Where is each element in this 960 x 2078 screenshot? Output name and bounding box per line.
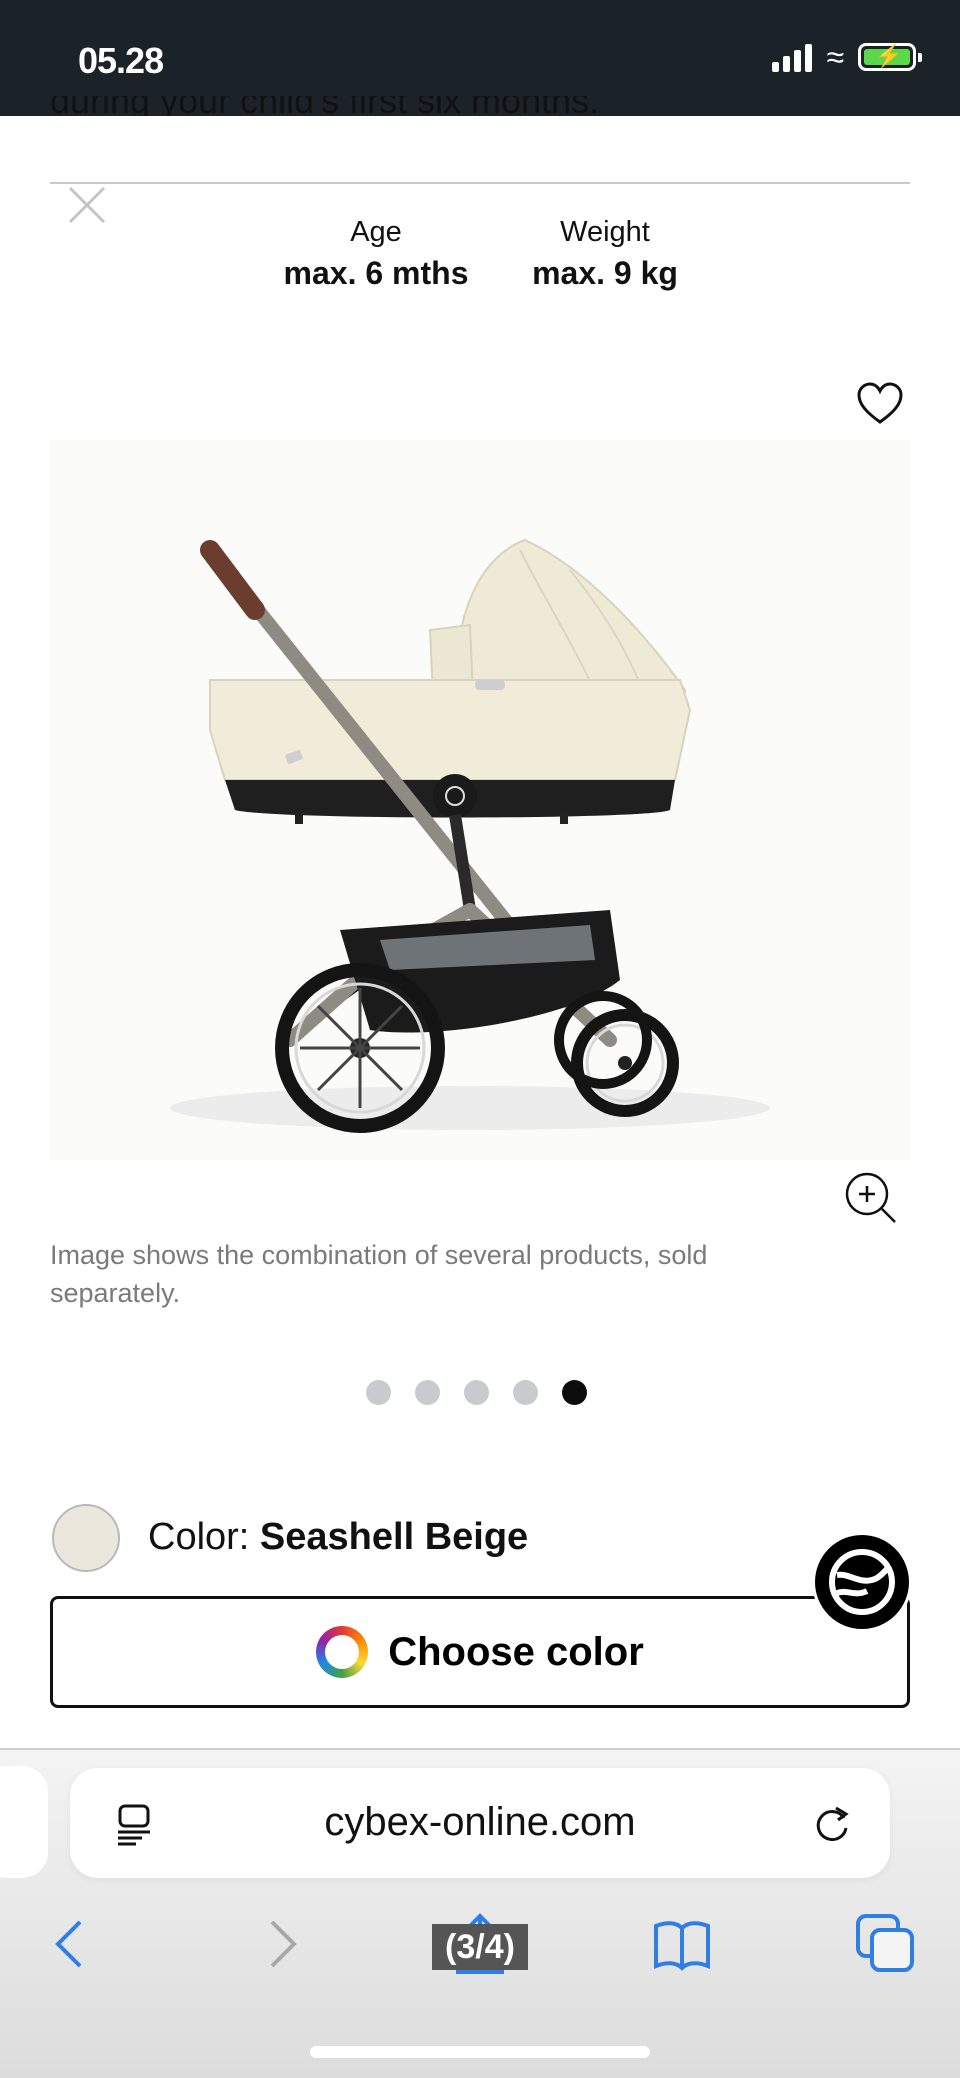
- carousel-dots: [366, 1380, 587, 1405]
- image-disclaimer: Image shows the combination of several p…: [50, 1240, 708, 1308]
- color-name: Seashell Beige: [259, 1516, 529, 1558]
- carousel-dot-active[interactable]: [562, 1380, 587, 1405]
- choose-color-button[interactable]: Choose color: [50, 1596, 910, 1708]
- battery-icon: ⚡: [858, 43, 922, 71]
- carousel-dot[interactable]: [415, 1380, 440, 1405]
- color-wheel-icon: [316, 1626, 369, 1678]
- reload-icon[interactable]: [810, 1802, 854, 1846]
- carousel-dot[interactable]: [513, 1380, 538, 1405]
- url-text: cybex-online.com: [324, 1800, 636, 1844]
- heart-icon[interactable]: [856, 382, 904, 426]
- color-prefix: Color:: [148, 1516, 260, 1558]
- carousel-dot[interactable]: [366, 1380, 391, 1405]
- previous-tab-preview[interactable]: [0, 1766, 48, 1878]
- product-image[interactable]: [50, 440, 910, 1160]
- choose-color-label: Choose color: [388, 1629, 644, 1674]
- spec-weight: Weight max. 9 kg: [520, 216, 690, 292]
- divider: [50, 182, 910, 184]
- spec-value: max. 9 kg: [532, 255, 678, 291]
- signal-icon: [772, 42, 813, 72]
- chevron-right-icon[interactable]: [248, 1912, 312, 1976]
- divider: [0, 1748, 960, 1750]
- address-bar[interactable]: cybex-online.com: [70, 1768, 890, 1878]
- carousel-dot[interactable]: [464, 1380, 489, 1405]
- status-icons: ≈ ⚡: [772, 39, 922, 75]
- spec-age: Age max. 6 mths: [276, 216, 476, 292]
- spec-label: Weight: [560, 216, 650, 248]
- color-label: Color: Seashell Beige: [148, 1516, 528, 1559]
- page-indicator: (3/4): [432, 1924, 528, 1970]
- book-icon[interactable]: [650, 1912, 714, 1976]
- zoom-in-icon[interactable]: [843, 1170, 899, 1226]
- description-text-cut: during your child's first six months.: [50, 96, 599, 116]
- cybex-logo-icon[interactable]: [812, 1532, 912, 1632]
- spec-label: Age: [350, 216, 402, 248]
- close-icon[interactable]: [64, 182, 110, 228]
- home-indicator: [310, 2046, 650, 2058]
- chevron-left-icon[interactable]: [40, 1912, 104, 1976]
- tabs-icon[interactable]: [854, 1912, 918, 1976]
- spec-value: max. 6 mths: [283, 255, 469, 291]
- wifi-icon: ≈: [826, 39, 844, 75]
- color-swatch: [52, 1504, 120, 1572]
- status-time: 05.28: [78, 40, 164, 81]
